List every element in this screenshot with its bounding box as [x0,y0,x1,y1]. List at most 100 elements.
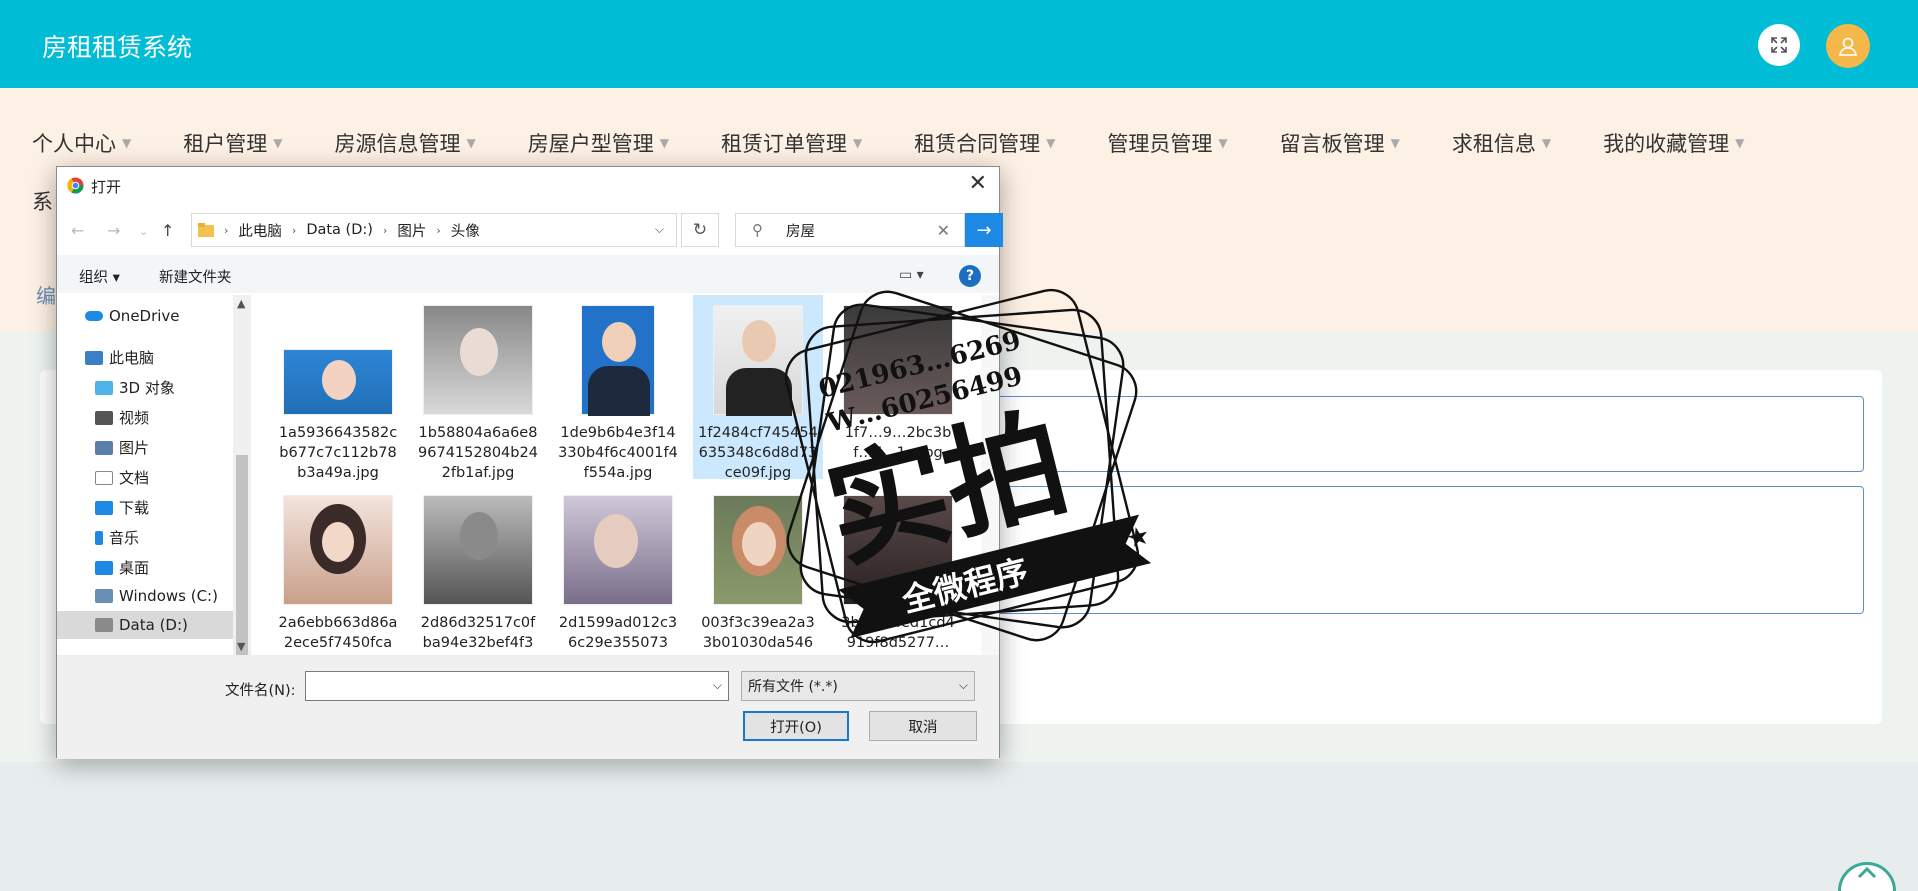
file-grid-scrollbar[interactable] [981,295,999,655]
breadcrumb-segment[interactable]: 图片 [397,220,426,241]
tree-scrollbar[interactable]: ▲ ▼ [233,295,251,655]
new-folder-button[interactable]: 新建文件夹 [159,266,232,287]
nav-item-personal-center[interactable]: 个人中心 ▼ [32,128,131,158]
nav-item-orders[interactable]: 租赁订单管理 ▼ [721,128,862,158]
file-item[interactable]: 3b8a2efed1cd4919f8d5277… [833,495,963,653]
search-box[interactable]: ⚲ 房屋 ✕ [735,213,965,247]
cancel-button[interactable]: 取消 [869,711,977,741]
tree-item-documents[interactable]: 文档 [95,467,149,488]
nav-item-admins[interactable]: 管理员管理 ▼ [1107,128,1227,158]
search-input[interactable]: 房屋 [786,220,815,241]
nav-item-system[interactable]: 系 [32,186,53,216]
tree-item-drive-d[interactable]: Data (D:) [57,611,233,639]
refresh-icon: ↻ [692,220,708,240]
breadcrumb: 编 [36,284,56,308]
image-thumbnail [283,495,393,605]
file-item[interactable]: 1de9b6b4e3f14330b4f6c4001f4f554a.jpg [553,305,683,483]
nav-item-label: 管理员管理 [1107,132,1213,156]
chevron-down-icon[interactable]: ⌵ [713,678,722,693]
nav-item-messages[interactable]: 留言板管理 ▼ [1280,128,1400,158]
tree-item-downloads[interactable]: 下载 [95,497,149,518]
scroll-up-icon[interactable]: ▲ [237,297,245,310]
view-options-icon[interactable]: ▭ ▾ [899,267,924,283]
clear-icon[interactable]: ✕ [937,221,950,240]
nav-item-listings[interactable]: 房源信息管理 ▼ [334,128,475,158]
nav-item-favorites[interactable]: 我的收藏管理 ▼ [1603,128,1744,158]
nav-item-tenants[interactable]: 租户管理 ▼ [183,128,282,158]
image-thumbnail [713,495,803,605]
tree-item-music[interactable]: 音乐 [95,527,139,548]
organize-menu[interactable]: 组织 ▾ [79,266,120,287]
user-avatar[interactable] [1826,24,1870,68]
file-item[interactable]: 2d1599ad012c36c29e355073 [553,495,683,653]
nav-item-rental-requests[interactable]: 求租信息 ▼ [1452,128,1551,158]
download-icon [95,500,113,515]
video-icon [95,410,113,425]
chevron-right-icon: › [291,223,297,237]
image-thumbnail [843,305,953,415]
chevron-down-icon[interactable]: ⌵ [655,222,664,237]
help-icon[interactable]: ? [959,265,981,287]
tree-item-onedrive[interactable]: OneDrive [85,307,180,325]
scroll-down-icon[interactable]: ▼ [237,640,245,653]
caret-down-icon: ▼ [122,136,132,150]
form-textarea[interactable] [940,486,1864,614]
file-name: 2d86d32517c0fba94e32bef4f3 [420,615,536,651]
nav-item-label: 租赁合同管理 [914,132,1041,156]
breadcrumb-segment[interactable]: 头像 [451,220,480,241]
search-icon: ⚲ [752,221,763,239]
close-icon[interactable]: ✕ [969,173,987,195]
file-item[interactable]: 1a5936643582cb677c7c112b78b3a49a.jpg [273,305,403,483]
nav-item-contracts[interactable]: 租赁合同管理 ▼ [914,128,1055,158]
tree-item-videos[interactable]: 视频 [95,407,149,428]
nav-item-label: 租户管理 [183,132,268,156]
file-item[interactable]: 1f7…9…2bc3bf…7…1…jpg [833,305,963,463]
file-item[interactable]: 003f3c39ea2a33b01030da546 [693,495,823,653]
image-thumbnail [713,305,803,416]
dialog-title: 打开 [91,178,122,196]
image-thumbnail [843,495,953,605]
tree-item-pictures[interactable]: 图片 [95,437,149,458]
forward-arrow-icon[interactable]: → [107,221,120,240]
tree-item-desktop[interactable]: 桌面 [95,557,149,578]
address-bar[interactable]: › 此电脑 › Data (D:) › 图片 › 头像 ⌵ [191,213,677,247]
tree-item-3d-objects[interactable]: 3D 对象 [95,377,175,398]
file-name: 3b8a2efed1cd4919f8d5277… [841,615,955,651]
open-button[interactable]: 打开(O) [743,711,849,741]
file-item[interactable]: 2d86d32517c0fba94e32bef4f3 [413,495,543,653]
cloud-icon [85,311,103,321]
main-nav: 个人中心 ▼ 租户管理 ▼ 房源信息管理 ▼ 房屋户型管理 ▼ 租赁订单管理 ▼ 租赁合同… [32,128,1796,158]
breadcrumb-segment[interactable]: Data (D:) [306,222,373,238]
file-item[interactable]: 1f2484cf745454635348c6d8d73ce09f.jpg [693,295,823,481]
breadcrumb-segment[interactable]: 此电脑 [238,220,282,241]
image-thumbnail [283,349,393,415]
file-name: 1f7…9…2bc3bf…7…1…jpg [844,425,952,461]
tree-item-this-pc[interactable]: 此电脑 [85,347,154,368]
file-name: 1a5936643582cb677c7c112b78b3a49a.jpg [278,425,398,481]
recent-chevron-icon[interactable]: ⌄ [139,225,148,238]
dialog-footer: 文件名(N): ⌵ 所有文件 (*.*) ⌵ 打开(O) 取消 [57,655,999,759]
file-item[interactable]: 2a6ebb663d86a2ece5f7450fca [273,495,403,653]
form-input[interactable] [940,396,1864,472]
filetype-select[interactable]: 所有文件 (*.*) ⌵ [741,671,975,701]
caret-down-icon: ▼ [273,136,283,150]
arrow-up-icon [1857,866,1877,879]
search-go-button[interactable]: → [965,213,1003,247]
up-arrow-icon[interactable]: ↑ [161,221,174,240]
back-arrow-icon[interactable]: ← [71,221,84,240]
file-item[interactable]: 1b58804a6a6e89674152804b242fb1af.jpg [413,305,543,483]
scrollbar-thumb[interactable] [236,455,248,655]
nav-item-layouts[interactable]: 房屋户型管理 ▼ [528,128,669,158]
file-name: 2d1599ad012c36c29e355073 [558,615,678,651]
nav-item-label: 房屋户型管理 [527,132,654,156]
nav-item-label: 个人中心 [32,132,116,156]
file-name: 1de9b6b4e3f14330b4f6c4001f4f554a.jpg [558,425,678,481]
caret-down-icon: ▼ [1735,136,1745,150]
nav-item-label: 租赁订单管理 [720,132,847,156]
fullscreen-button[interactable] [1758,24,1800,66]
refresh-button[interactable]: ↻ [681,213,719,247]
chevron-right-icon: › [436,223,441,237]
filename-input[interactable]: ⌵ [305,671,729,701]
arrow-right-icon: → [976,219,992,241]
tree-item-drive-c[interactable]: Windows (C:) [95,587,218,605]
